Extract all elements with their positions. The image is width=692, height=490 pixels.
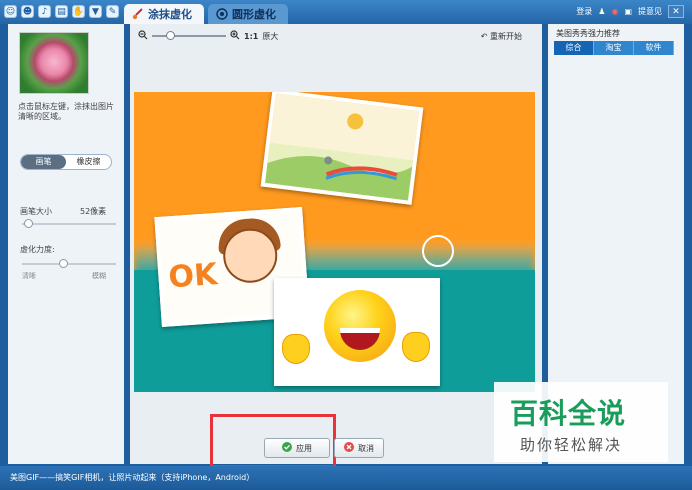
microphone-icon[interactable]: ♪	[38, 5, 51, 18]
brush-size-knob[interactable]	[23, 219, 33, 228]
watermark-subtitle: 助你轻松解决	[520, 436, 623, 454]
recommend-title: 美图秀秀强力推荐	[556, 29, 620, 38]
tab-circle-blur[interactable]: 圆形虚化	[208, 4, 288, 24]
watermark-title: 百科全说	[510, 397, 627, 430]
zoom-out-icon[interactable]	[138, 30, 148, 42]
cancel-icon	[344, 442, 354, 454]
quick-toolbar: ☺ ☻ ♪ ▤ ✋ ▼ ✎	[4, 5, 119, 18]
status-bar: 美图GIF——搞笑GIF相机，让照片动起来（支持iPhone，Android）	[0, 466, 692, 490]
brush-mode-button[interactable]: 画笔	[21, 155, 66, 169]
left-hand	[282, 334, 310, 364]
scenery-photo	[260, 92, 424, 205]
brush-size-label: 画笔大小	[20, 207, 52, 216]
reset-label: 重新开始	[490, 32, 522, 41]
hand-icon[interactable]: ✋	[72, 5, 85, 18]
apply-label: 应用	[296, 443, 312, 453]
eraser-mode-button[interactable]: 橡皮擦	[66, 155, 111, 169]
top-bar: ☺ ☻ ♪ ▤ ✋ ▼ ✎ 涂抹虚化 圆形虚化 登录 ♟ ◉ ▣ 提意见 ✕	[0, 0, 692, 24]
tab-strip: 涂抹虚化 圆形虚化	[124, 4, 288, 24]
ok-text: OK	[167, 257, 219, 296]
scenery-illustration	[265, 113, 413, 201]
smiley-photo	[274, 278, 440, 386]
editor-area: 1:1 原大 ↶ 重新开始 OK	[130, 24, 542, 464]
circle-target-icon	[216, 8, 228, 20]
undo-icon: ↶	[480, 32, 488, 41]
user-icon[interactable]: ♟	[598, 7, 605, 16]
emoji-icon[interactable]: ☺	[4, 5, 17, 18]
feedback-icon: ▣	[624, 7, 632, 16]
blur-strength-label: 虚化力度:	[20, 245, 55, 254]
smile-icon[interactable]: ☻	[21, 5, 34, 18]
right-hand	[402, 332, 430, 362]
cancel-label: 取消	[358, 443, 374, 453]
usage-hint: 点击鼠标左键，涂抹出图片清晰的区域。	[18, 102, 114, 121]
login-link[interactable]: 登录	[576, 6, 592, 17]
tab-software[interactable]: 软件	[634, 41, 674, 55]
cancel-button[interactable]: 取消	[334, 438, 384, 458]
zoom-knob[interactable]	[166, 31, 175, 40]
blur-max-label: 模糊	[92, 272, 106, 280]
brush-size-value: 52像素	[80, 207, 107, 216]
image-canvas[interactable]: OK	[134, 92, 535, 392]
apply-button[interactable]: 应用	[264, 438, 330, 458]
blur-strength-slider[interactable]	[22, 263, 116, 265]
status-text[interactable]: 美图GIF——搞笑GIF相机，让照片动起来（支持iPhone，Android）	[10, 472, 254, 483]
brush-size-slider[interactable]	[22, 223, 116, 225]
blur-min-label: 清晰	[22, 272, 36, 280]
recommend-tabs: 综合 淘宝 软件	[554, 41, 674, 55]
tab-circle-blur-label: 圆形虚化	[232, 8, 276, 21]
zoom-ratio: 1:1	[244, 31, 259, 41]
wrench-icon[interactable]: ✎	[106, 5, 119, 18]
tab-smudge-blur-label: 涂抹虚化	[148, 8, 192, 21]
left-panel: 点击鼠标左键，涂抹出图片清晰的区域。 画笔 橡皮擦 画笔大小 52像素 虚化力度…	[8, 24, 124, 464]
zoom-slider[interactable]	[152, 31, 226, 40]
brush-icon	[132, 8, 144, 20]
smiley-face	[324, 290, 396, 362]
watermark: 百科全说 助你轻松解决	[494, 382, 668, 462]
weibo-icon[interactable]: ◉	[611, 7, 618, 16]
close-icon[interactable]: ✕	[668, 5, 684, 18]
mode-switch: 画笔 橡皮擦	[20, 154, 112, 170]
feedback-link[interactable]: 提意见	[638, 6, 662, 17]
tab-general[interactable]: 综合	[554, 41, 594, 55]
shirt-icon[interactable]: ▼	[89, 5, 102, 18]
reset-button[interactable]: ↶ 重新开始	[481, 31, 522, 42]
zoom-control: 1:1 原大	[138, 30, 278, 42]
preview-thumbnail	[19, 32, 89, 94]
check-icon	[282, 442, 292, 454]
window-controls: 登录 ♟ ◉ ▣ 提意见 ✕	[576, 5, 684, 18]
original-size-button[interactable]: 原大	[262, 31, 278, 42]
keyboard-icon[interactable]: ▤	[55, 5, 68, 18]
blur-strength-knob[interactable]	[59, 259, 69, 268]
tab-smudge-blur[interactable]: 涂抹虚化	[124, 4, 204, 24]
smiley-mouth	[340, 328, 380, 350]
zoom-in-icon[interactable]	[230, 30, 240, 42]
brush-cursor	[422, 235, 454, 267]
tab-taobao[interactable]: 淘宝	[594, 41, 634, 55]
